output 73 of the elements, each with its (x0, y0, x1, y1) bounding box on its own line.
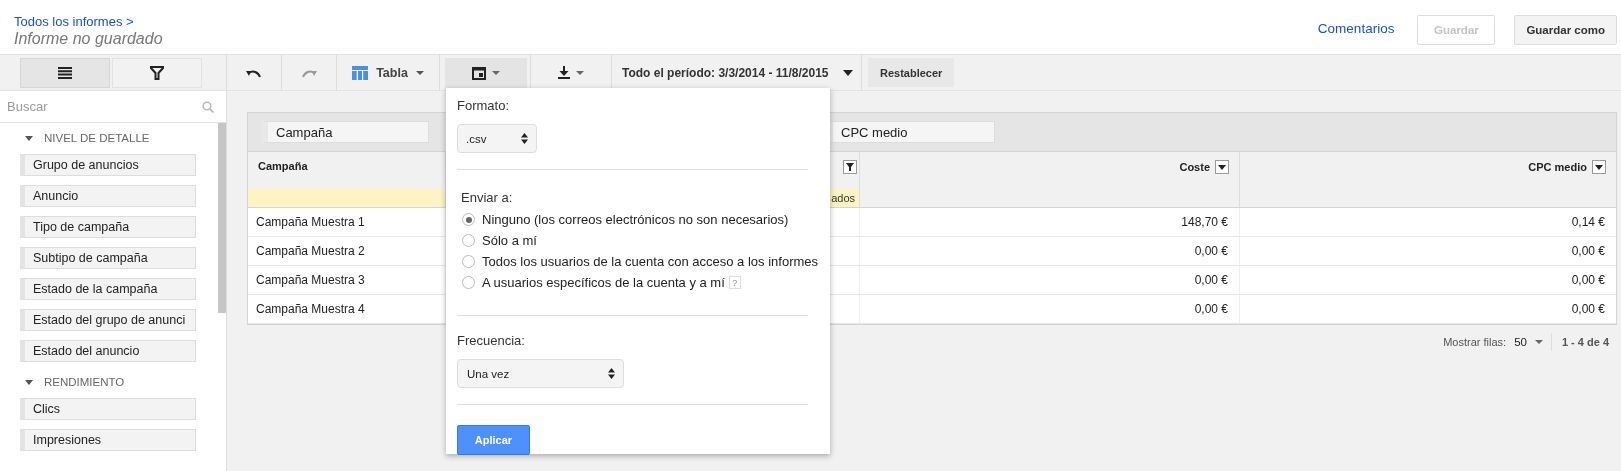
caret-icon (1534, 340, 1543, 344)
caret-icon (576, 70, 584, 75)
caret-icon (842, 69, 853, 76)
section-heading: RENDIMIENTO (44, 376, 125, 388)
scrollbar-thumb[interactable] (218, 123, 226, 313)
rows-label: Mostrar filas: (1443, 336, 1507, 348)
column-header[interactable]: CPC medio (1528, 161, 1587, 173)
page-range: 1 - 4 de 4 (1560, 336, 1610, 348)
schedule-button[interactable] (445, 58, 527, 90)
search-field[interactable]: Buscar (5, 98, 202, 115)
field-chip[interactable]: Estado del grupo de anunci (20, 309, 196, 331)
field-chip[interactable]: Grupo de anuncios (20, 154, 196, 176)
column-chip[interactable]: Campaña (262, 121, 429, 143)
frequency-label: Frecuencia: (457, 333, 526, 348)
caret-icon (415, 70, 424, 75)
column-menu-button[interactable] (1592, 160, 1606, 174)
radio-button[interactable] (462, 213, 475, 226)
search-icon (202, 100, 214, 113)
column-header[interactable]: Coste (1179, 161, 1210, 173)
breadcrumb-link[interactable]: Todos los informes > (14, 14, 134, 29)
send-to-label: Enviar a: (461, 190, 514, 205)
field-chip[interactable]: Tipo de campaña (20, 216, 196, 238)
list-view-tab[interactable] (20, 58, 110, 88)
calendar-icon (472, 66, 486, 80)
radio-button[interactable] (462, 234, 475, 247)
collapse-icon[interactable] (25, 135, 33, 141)
table-cell: 0,00 € (1194, 302, 1228, 316)
radio-label[interactable]: A usuarios específicos de la cuenta y a mí (482, 275, 725, 290)
table-cell: 0,00 € (1194, 273, 1228, 287)
field-chip[interactable]: Estado de la campaña (20, 278, 196, 300)
radio-button[interactable] (462, 276, 475, 289)
select-arrows-icon (521, 133, 528, 144)
collapse-icon[interactable] (25, 379, 33, 385)
format-label: Formato: (457, 98, 510, 113)
table-cell: 0,00 € (1571, 302, 1605, 316)
download-button[interactable] (530, 55, 612, 90)
rows-per-page-dropdown[interactable]: 50 (1506, 333, 1552, 351)
filter-button[interactable] (843, 160, 857, 174)
column-chip[interactable]: CPC medio (827, 121, 995, 143)
table-cell: 0,00 € (1571, 244, 1605, 258)
radio-button[interactable] (462, 255, 475, 268)
table-cell: Campaña Muestra 2 (256, 244, 365, 258)
table-cell: 0,00 € (1571, 273, 1605, 287)
table-cell: Campaña Muestra 1 (256, 215, 365, 229)
filter-icon (150, 66, 164, 80)
column-note: ados (831, 192, 856, 204)
field-chip[interactable]: Impresiones (20, 429, 196, 451)
table-cell: 148,70 € (1181, 215, 1228, 229)
list-icon (58, 67, 72, 79)
field-chip[interactable]: Estado del anuncio (20, 340, 196, 362)
save-button[interactable]: Guardar como (1514, 15, 1617, 45)
field-chip[interactable]: Anuncio (20, 185, 196, 207)
column-menu-button[interactable] (1215, 160, 1229, 174)
table-cell: Campaña Muestra 3 (256, 273, 365, 287)
table-cell: 0,14 € (1571, 215, 1605, 229)
table-cell: 0,00 € (1194, 244, 1228, 258)
download-icon (558, 66, 570, 79)
radio-label[interactable]: Sólo a mí (482, 233, 537, 248)
caret-icon (492, 71, 500, 75)
comments-link[interactable]: Comentarios (1317, 20, 1395, 36)
radio-label[interactable]: Todos los usuarios de la cuenta con acceso a los informes (482, 254, 819, 269)
filter-tab[interactable] (112, 58, 202, 88)
report-title: Informe no guardado (14, 30, 163, 48)
table-icon (352, 65, 369, 80)
frequency-select[interactable]: Una vez (457, 359, 624, 388)
radio-label[interactable]: Ninguno (los correos electrónicos no son necesarios) (482, 212, 789, 227)
table-cell: Campaña Muestra 4 (256, 302, 365, 316)
format-select[interactable]: .csv (457, 124, 537, 153)
section-heading: NIVEL DE DETALLE (44, 132, 150, 144)
reset-button[interactable]: Restablecer (868, 58, 955, 87)
select-arrows-icon (608, 368, 615, 379)
field-chip[interactable]: Subtipo de campaña (20, 247, 196, 269)
field-chip[interactable]: Clics (20, 398, 196, 420)
